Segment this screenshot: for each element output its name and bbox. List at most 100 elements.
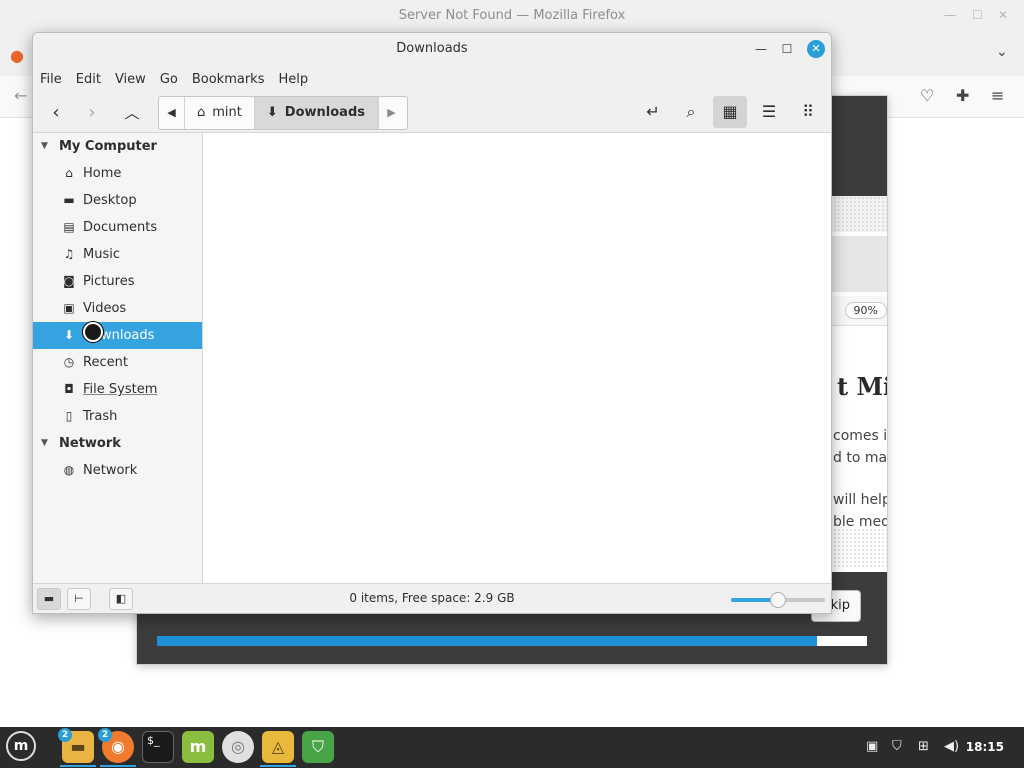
maximize-icon[interactable]: ☐ [778, 40, 796, 58]
breadcrumb-label: mint [212, 105, 242, 120]
home-icon: ⌂ [197, 105, 206, 120]
sidebar-item-videos[interactable]: ▣ Videos [33, 295, 202, 322]
hamburger-menu-icon[interactable]: ≡ [991, 86, 1004, 105]
files-launcher[interactable]: ▬ 2 [58, 728, 96, 767]
sidebar-section-network[interactable]: ▼ Network [33, 430, 202, 457]
sidebar-item-label: Desktop [83, 193, 137, 208]
film-icon: ▣ [63, 301, 75, 315]
toggle-location-button[interactable]: ↵ [636, 96, 670, 128]
menu-file[interactable]: File [40, 72, 62, 87]
desktop-icon: ▬ [63, 193, 75, 207]
sidebar-item-network[interactable]: ◍ Network [33, 457, 202, 484]
sidebar-item-file-system[interactable]: ◘ File System [33, 376, 202, 403]
clock[interactable]: 18:15 [966, 740, 1004, 754]
list-all-tabs-icon[interactable]: ⌄ [996, 44, 1008, 60]
install-progress-bar [157, 636, 867, 646]
search-button[interactable]: ⌕ [674, 96, 708, 128]
chevron-left-icon: ‹ [52, 102, 60, 123]
disc-icon: ◎ [231, 737, 245, 756]
firefox-tab-favicon-icon[interactable]: ● [10, 46, 24, 65]
taskbar: m ▬ 2 ◉ 2 $_ m ◎ ◬ ⛉ ▣ ⛉ ⊞ ◀) 18:15 [0, 727, 1024, 768]
mint-menu-icon[interactable]: m [6, 731, 36, 761]
update-shield-icon[interactable]: ⛉ [892, 739, 902, 754]
up-button[interactable]: ︿ [117, 99, 147, 127]
icon-view-button[interactable]: ▦ [713, 96, 747, 128]
firefox-titlebar: Server Not Found — Mozilla Firefox — ☐ ✕ [0, 0, 1024, 34]
firefox-maximize-icon[interactable]: ☐ [972, 8, 983, 22]
terminal-launcher[interactable]: $_ [142, 731, 174, 763]
grid-icon: ▦ [722, 102, 738, 121]
sidebar: ▼ My Computer ⌂ Home ▬ Desktop ▤ Documen… [33, 133, 203, 584]
extensions-icon[interactable]: ✚ [956, 86, 969, 105]
zoom-slider-handle[interactable] [770, 592, 786, 608]
sidebar-item-downloads[interactable]: ⬇ Downloads [33, 322, 202, 349]
path-bar: ◀ ⌂ mint ⬇ Downloads ▶ [158, 96, 408, 130]
triangle-down-icon: ▼ [41, 141, 48, 151]
install-progress-fill [157, 636, 818, 646]
breadcrumb-downloads[interactable]: ⬇ Downloads [254, 97, 378, 129]
sidebar-item-label: File System [83, 382, 158, 397]
firefox-minimize-icon[interactable]: — [944, 8, 956, 22]
firefox-close-icon[interactable]: ✕ [998, 8, 1008, 22]
active-indicator [100, 765, 136, 767]
menu-help[interactable]: Help [278, 72, 308, 87]
sidebar-item-label: Videos [83, 301, 127, 316]
download-icon: ⬇ [266, 105, 278, 120]
compact-grid-icon: ⠿ [802, 102, 814, 121]
network-icon[interactable]: ⊞ [918, 739, 929, 754]
mouse-cursor [83, 322, 103, 342]
pocket-icon[interactable]: ♡ [920, 86, 934, 105]
file-manager-titlebar: Downloads — ☐ ✕ [33, 33, 831, 65]
chevron-right-icon: › [88, 102, 96, 123]
breadcrumb-mint[interactable]: ⌂ mint [185, 97, 255, 129]
location-toggle-icon: ↵ [646, 102, 660, 121]
zoom-slider[interactable] [731, 592, 825, 608]
slideshow-text-line: d to mak [833, 450, 888, 466]
file-view-area[interactable] [204, 133, 831, 584]
sidebar-section-my-computer[interactable]: ▼ My Computer [33, 133, 202, 160]
list-icon: ☰ [761, 102, 777, 121]
sidebar-item-pictures[interactable]: ◙ Pictures [33, 268, 202, 295]
menu-bookmarks[interactable]: Bookmarks [192, 72, 265, 87]
menu-edit[interactable]: Edit [76, 72, 101, 87]
sidebar-item-label: Pictures [83, 274, 135, 289]
folder-icon: ▬ [70, 737, 86, 756]
compact-view-button[interactable]: ⠿ [791, 96, 825, 128]
sidebar-item-documents[interactable]: ▤ Documents [33, 214, 202, 241]
shield-launcher[interactable]: ⛉ [302, 731, 334, 763]
menu-view[interactable]: View [115, 72, 146, 87]
forward-button[interactable]: › [77, 99, 107, 127]
active-indicator [260, 765, 296, 767]
sidebar-section-title: Network [59, 436, 121, 451]
installer-icon: ◬ [271, 737, 285, 756]
firefox-icon: ◉ [111, 737, 125, 756]
menu-go[interactable]: Go [160, 72, 178, 87]
slideshow-zoom-badge[interactable]: 90% [844, 302, 887, 319]
documents-icon: ▤ [63, 220, 75, 234]
installer-launcher[interactable]: ◬ [260, 731, 296, 767]
globe-icon: ◍ [63, 463, 75, 477]
slideshow-pattern-lower [833, 528, 887, 568]
notification-icon[interactable]: ▣ [866, 739, 878, 754]
volume-icon[interactable]: ◀) [944, 739, 959, 754]
sidebar-item-recent[interactable]: ◷ Recent [33, 349, 202, 376]
files-window-count-badge: 2 [58, 728, 72, 742]
minimize-icon[interactable]: — [752, 40, 770, 58]
mintinstall-launcher[interactable]: m [182, 731, 214, 763]
sidebar-item-trash[interactable]: ▯ Trash [33, 403, 202, 430]
close-icon[interactable]: ✕ [807, 40, 825, 58]
chevron-up-icon: ︿ [124, 104, 140, 122]
path-scroll-left-button[interactable]: ◀ [159, 97, 185, 129]
sidebar-item-music[interactable]: ♫ Music [33, 241, 202, 268]
disc-launcher[interactable]: ◎ [222, 731, 254, 763]
back-icon[interactable]: ← [14, 86, 27, 105]
firefox-launcher[interactable]: ◉ 2 [98, 728, 136, 767]
sidebar-item-desktop[interactable]: ▬ Desktop [33, 187, 202, 214]
back-button[interactable]: ‹ [41, 99, 71, 127]
sidebar-section-title: My Computer [59, 139, 157, 154]
sidebar-item-home[interactable]: ⌂ Home [33, 160, 202, 187]
firefox-window-count-badge: 2 [98, 728, 112, 742]
window-title: Downloads [396, 41, 468, 56]
path-scroll-right-button[interactable]: ▶ [378, 97, 404, 129]
list-view-button[interactable]: ☰ [752, 96, 786, 128]
